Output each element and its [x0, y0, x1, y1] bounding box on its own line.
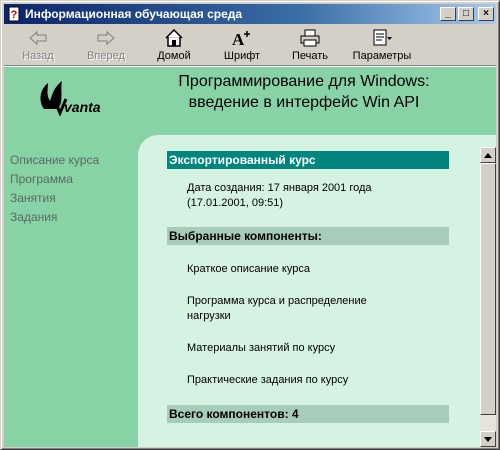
creation-date-line1: Дата создания: 17 января 2001 года — [187, 182, 372, 194]
component-item: Программа курса и распределение — [187, 295, 367, 307]
forward-arrow-icon — [95, 27, 117, 49]
font-label: Шрифт — [223, 50, 261, 62]
course-title-line2: введение в интерфейс Win API — [188, 94, 420, 111]
toolbar: Назад Вперед Домой A Шрифт Печать Параме… — [4, 25, 496, 65]
forward-button[interactable]: Вперед — [72, 25, 140, 65]
scroll-down-button[interactable] — [480, 431, 496, 447]
window-title: Информационная обучающая среда — [25, 7, 243, 21]
logo-text: vanta — [64, 99, 101, 115]
font-button[interactable]: A Шрифт — [208, 25, 276, 65]
course-title-line1: Программирование для Windows: — [178, 73, 430, 90]
svg-text:?: ? — [11, 9, 18, 21]
close-button[interactable]: × — [478, 7, 494, 21]
total-components-heading: Всего компонентов: 4 — [167, 405, 449, 423]
print-button[interactable]: Печать — [276, 25, 344, 65]
app-window: ? Информационная обучающая среда _ □ × Н… — [0, 0, 500, 450]
forward-label: Вперед — [87, 50, 125, 62]
home-label: Домой — [157, 50, 191, 62]
creation-date-line2: (17.01.2001, 09:51) — [187, 197, 284, 209]
course-title: Программирование для Windows: введение в… — [154, 71, 454, 113]
arrow-down-icon — [484, 436, 492, 442]
options-document-icon — [371, 27, 393, 49]
sidebar-item-assignments[interactable]: Задания — [10, 208, 140, 227]
selected-components-heading: Выбранные компоненты: — [167, 227, 449, 245]
vertical-scrollbar[interactable] — [480, 147, 496, 447]
sidebar-item-lessons[interactable]: Занятия — [10, 189, 140, 208]
back-button[interactable]: Назад — [4, 25, 72, 65]
print-label: Печать — [291, 50, 329, 62]
home-button[interactable]: Домой — [140, 25, 208, 65]
scrollbar-thumb[interactable] — [480, 163, 496, 415]
component-item-continuation: нагрузки — [187, 310, 231, 322]
back-label: Назад — [22, 50, 54, 62]
component-item: Практические задания по курсу — [187, 374, 349, 386]
minimize-button[interactable]: _ — [440, 7, 456, 21]
maximize-button[interactable]: □ — [458, 7, 474, 21]
sidebar-item-course-description[interactable]: Описание курса — [10, 151, 140, 170]
home-icon — [163, 27, 185, 49]
avanta-logo: vanta — [34, 75, 112, 121]
main-content: Экспортированный курс Дата создания: 17 … — [167, 151, 449, 423]
arrow-up-icon — [484, 152, 492, 158]
scroll-up-button[interactable] — [480, 147, 496, 163]
component-item: Краткое описание курса — [187, 263, 310, 275]
font-size-icon: A — [231, 27, 253, 49]
back-arrow-icon — [27, 27, 49, 49]
help-app-icon: ? — [8, 6, 20, 22]
svg-text:A: A — [232, 30, 245, 48]
component-item: Материалы занятий по курсу — [187, 342, 336, 354]
content-area: vanta Программирование для Windows: введ… — [4, 67, 496, 447]
options-button[interactable]: Параметры — [344, 25, 420, 65]
title-bar[interactable]: ? Информационная обучающая среда _ □ × — [4, 4, 496, 24]
sidebar-nav: Описание курса Программа Занятия Задания — [10, 151, 140, 227]
sidebar-item-program[interactable]: Программа — [10, 170, 140, 189]
options-label: Параметры — [352, 50, 412, 62]
exported-course-heading: Экспортированный курс — [167, 151, 449, 169]
printer-icon — [299, 27, 321, 49]
main-panel: Экспортированный курс Дата создания: 17 … — [138, 135, 496, 447]
